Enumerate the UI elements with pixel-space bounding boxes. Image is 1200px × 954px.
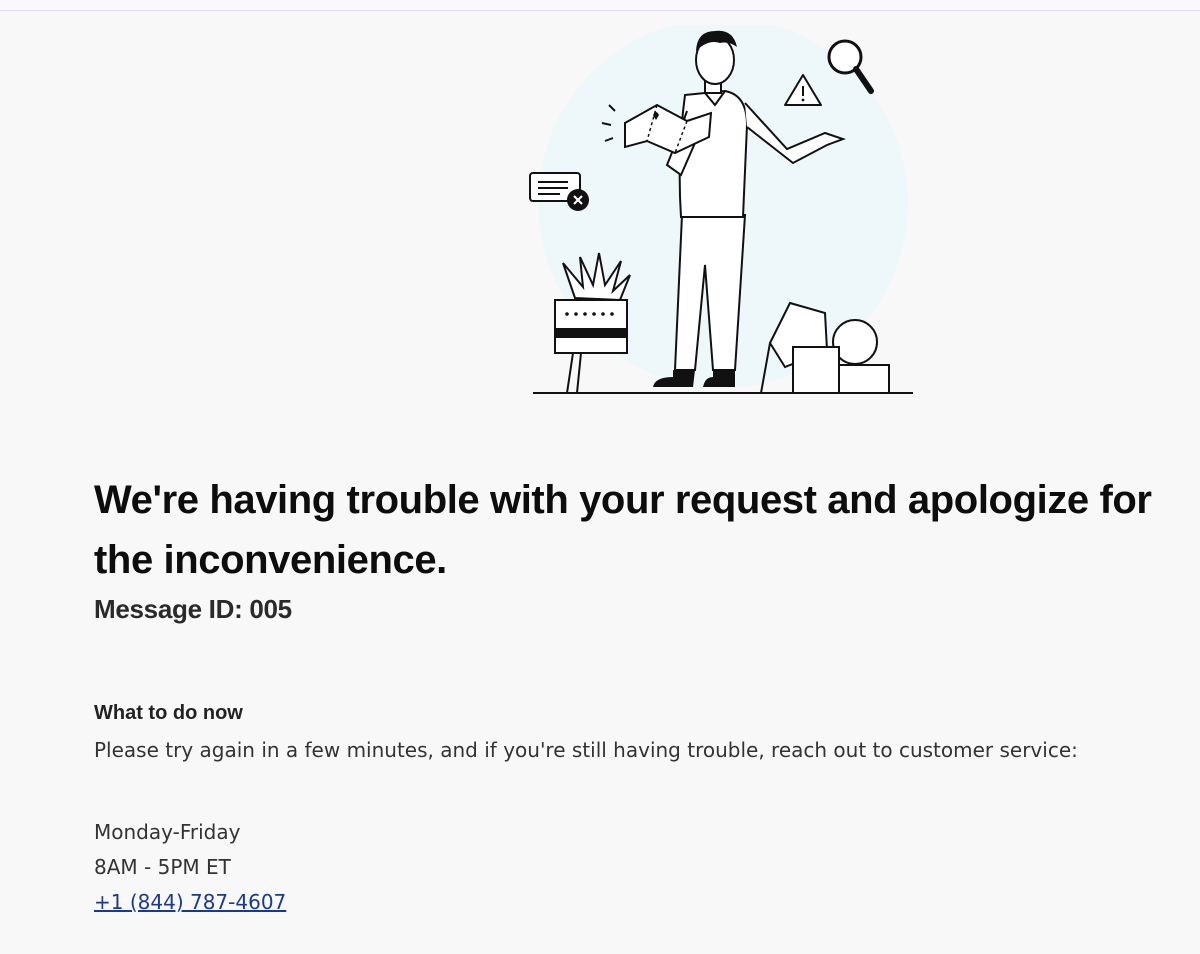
top-strip xyxy=(0,0,1200,11)
service-days: Monday-Friday xyxy=(94,820,241,844)
instructions-text: Please try again in a few minutes, and i… xyxy=(94,738,1078,762)
phone-link[interactable]: +1 (844) 787-4607 xyxy=(94,890,286,914)
confused-person-illustration xyxy=(525,25,920,403)
service-hours: 8AM - 5PM ET xyxy=(94,855,231,879)
message-id: Message ID: 005 xyxy=(94,594,292,624)
what-to-do-heading: What to do now xyxy=(94,702,243,724)
error-title: We're having trouble with your request a… xyxy=(94,478,1152,582)
